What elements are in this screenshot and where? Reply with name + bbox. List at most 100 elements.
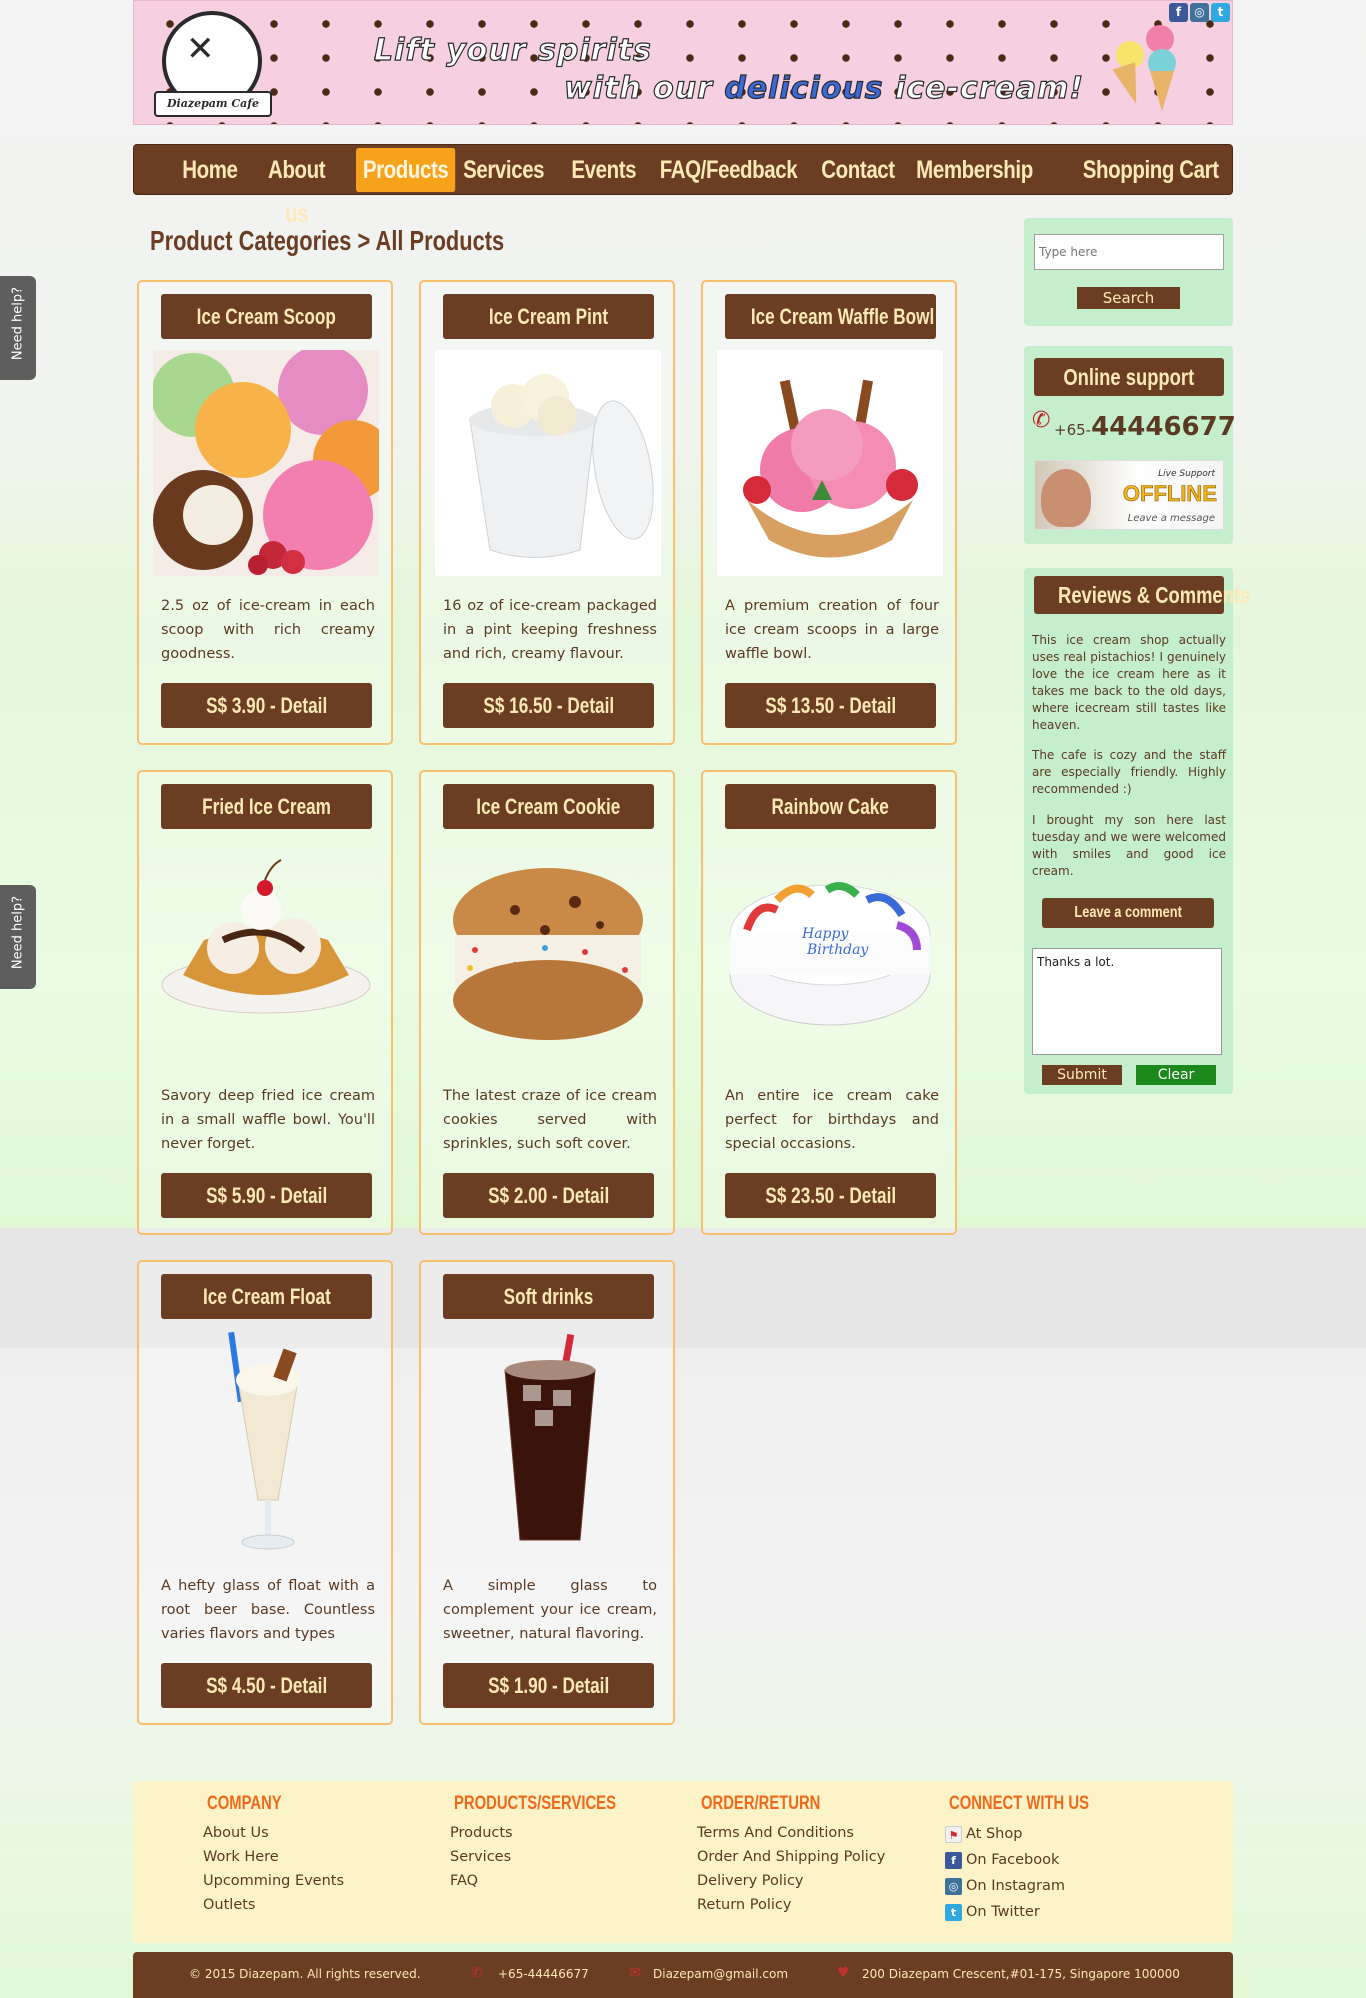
nav-shopping-cart[interactable]: Shopping Cart [1081,148,1220,192]
footer-phone[interactable]: +65-44446677 [498,1967,589,1981]
product-image-ice-cream-cookie[interactable] [435,840,661,1066]
live-support-banner[interactable]: Live Support OFFLINE Leave a message [1034,460,1224,530]
twitter-icon: t [945,1903,962,1921]
nav-products[interactable]: Products [356,148,456,192]
product-image-fried-ice-cream[interactable] [153,840,379,1066]
instagram-icon[interactable]: ◎ [1190,3,1209,22]
footer-link-products[interactable]: Products [450,1821,662,1845]
product-title[interactable]: Ice Cream Pint [443,294,654,339]
footer-link-terms[interactable]: Terms And Conditions [697,1821,885,1845]
breadcrumb-root[interactable]: Product Categories [150,225,351,256]
price-detail-button[interactable]: S$ 16.50 - Detail [443,683,654,728]
comment-textarea[interactable]: Thanks a lot. [1032,948,1222,1055]
footer-link-faq[interactable]: FAQ [450,1869,662,1893]
product-image-ice-cream-float[interactable] [153,1330,379,1556]
price-detail-button[interactable]: S$ 13.50 - Detail [725,683,936,728]
submit-button[interactable]: Submit [1042,1065,1122,1085]
support-agent-avatar [1041,469,1091,527]
product-title[interactable]: Ice Cream Cookie [443,784,654,829]
search-input[interactable] [1034,234,1224,270]
footer-heading: COMPANY [207,1793,282,1814]
footer-link-return[interactable]: Return Policy [697,1893,885,1917]
nav-membership[interactable]: Membership [913,148,1036,192]
cafe-logo[interactable]: ✕ Diazepam Cafe [154,11,272,119]
product-description: A simple glass to complement your ice cr… [443,1578,657,1642]
reviews-title: Reviews & Comments [1034,576,1250,614]
product-description: Savory deep fried ice cream in a small w… [161,1088,375,1152]
svg-text:Birthday: Birthday [806,942,869,958]
product-image-ice-cream-scoops[interactable] [153,350,379,576]
phone-icon: ✆ [1032,408,1051,433]
footer-link-services[interactable]: Services [450,1845,662,1869]
svg-text:Happy: Happy [801,926,849,942]
bottom-bar: © 2015 Diazepam. All rights reserved. ✆ … [133,1952,1233,1998]
review-text: I brought my son here last tuesday and w… [1032,813,1226,878]
product-image-waffle-bowl[interactable] [717,350,943,576]
footer-email[interactable]: Diazepam@gmail.com [653,1967,788,1981]
facebook-icon[interactable]: f [1169,3,1188,22]
footer-link-about-us[interactable]: About Us [203,1821,344,1845]
review-text: This ice cream shop actually uses real p… [1032,633,1226,732]
footer-connect: CONNECT WITH US ⚑ At Shop f On Facebook ◎ O… [945,1793,1128,1925]
online-support-title: Online support [1034,358,1224,396]
product-title[interactable]: Ice Cream Scoop [161,294,372,339]
price-detail-button[interactable]: S$ 3.90 - Detail [161,683,372,728]
leave-comment-button[interactable]: Leave a comment [1042,898,1214,928]
footer-link-twitter[interactable]: t On Twitter [945,1899,1128,1925]
footer-link-instagram[interactable]: ◎ On Instagram [945,1873,1128,1899]
footer-address: 200 Diazepam Crescent,#01-175, Singapore… [862,1967,1180,1981]
price-detail-button[interactable]: S$ 1.90 - Detail [443,1663,654,1708]
price-detail-button[interactable]: S$ 5.90 - Detail [161,1173,372,1218]
nav-events[interactable]: Events [571,148,637,192]
footer-link-shipping[interactable]: Order And Shipping Policy [697,1845,885,1869]
nav-home[interactable]: Home [182,148,238,192]
product-card: Ice Cream Float A hefty glass of float w… [137,1260,393,1725]
product-card: Soft drinks A simple glass to complement… [419,1260,675,1725]
product-image-soft-drink[interactable] [435,1330,661,1556]
footer-heading: ORDER/RETURN [701,1793,821,1814]
breadcrumb-current: All Products [375,225,505,256]
nav-services[interactable]: Services [461,148,546,192]
search-box: Search [1024,218,1233,326]
product-card: Fried Ice Cream Savory deep fried ice cr… [137,770,393,1235]
footer-link-outlets[interactable]: Outlets [203,1893,344,1917]
footer-heading: PRODUCTS/SERVICES [454,1793,616,1814]
product-image-ice-cream-pint[interactable] [435,350,661,576]
footer-products: PRODUCTS/SERVICES Products Services FAQ [450,1793,662,1893]
twitter-icon[interactable]: t [1211,3,1230,22]
logo-ribbon: Diazepam Cafe [154,91,272,117]
price-detail-button[interactable]: S$ 23.50 - Detail [725,1173,936,1218]
product-image-rainbow-cake[interactable]: Happy Birthday [717,840,943,1066]
instagram-icon: ◎ [945,1877,962,1895]
nav-contact[interactable]: Contact [817,148,899,192]
product-description: A premium creation of four ice cream sco… [725,598,939,662]
product-title[interactable]: Ice Cream Float [161,1274,372,1319]
footer-link-events[interactable]: Upcomming Events [203,1869,344,1893]
product-title[interactable]: Soft drinks [443,1274,654,1319]
price-detail-button[interactable]: S$ 2.00 - Detail [443,1173,654,1218]
need-help-tab[interactable]: Need help? [0,885,36,989]
nav-faq-feedback[interactable]: FAQ/Feedback [658,148,799,192]
price-detail-button[interactable]: S$ 4.50 - Detail [161,1663,372,1708]
footer-link-facebook[interactable]: f On Facebook [945,1847,1128,1873]
location-pin-icon: ♥ [837,1965,850,1981]
product-title[interactable]: Fried Ice Cream [161,784,372,829]
phone-icon: ✆ [471,1965,483,1981]
footer-link-delivery[interactable]: Delivery Policy [697,1869,885,1893]
product-card: Ice Cream Waffle Bowl A premium creation… [701,280,957,745]
product-title[interactable]: Rainbow Cake [725,784,936,829]
product-description: 2.5 oz of ice-cream in each scoop with r… [161,598,375,662]
leave-message-link[interactable]: Leave a message [1128,513,1215,524]
breadcrumb-separator: > [357,225,371,256]
footer-link-work-here[interactable]: Work Here [203,1845,344,1869]
need-help-tab[interactable]: Need help? [0,276,36,380]
live-support-label: Live Support [1158,469,1215,479]
product-description: The latest craze of ice cream cookies se… [443,1088,657,1152]
footer-link-at-shop[interactable]: ⚑ At Shop [945,1821,1128,1847]
live-support-status: OFFLINE [1122,481,1218,507]
clear-button[interactable]: Clear [1136,1065,1216,1085]
search-button[interactable]: Search [1077,287,1180,309]
nav-about-us[interactable]: About us [254,148,339,228]
product-title[interactable]: Ice Cream Waffle Bowl [725,294,936,339]
support-phone[interactable]: +65-44446677 [1054,412,1236,442]
